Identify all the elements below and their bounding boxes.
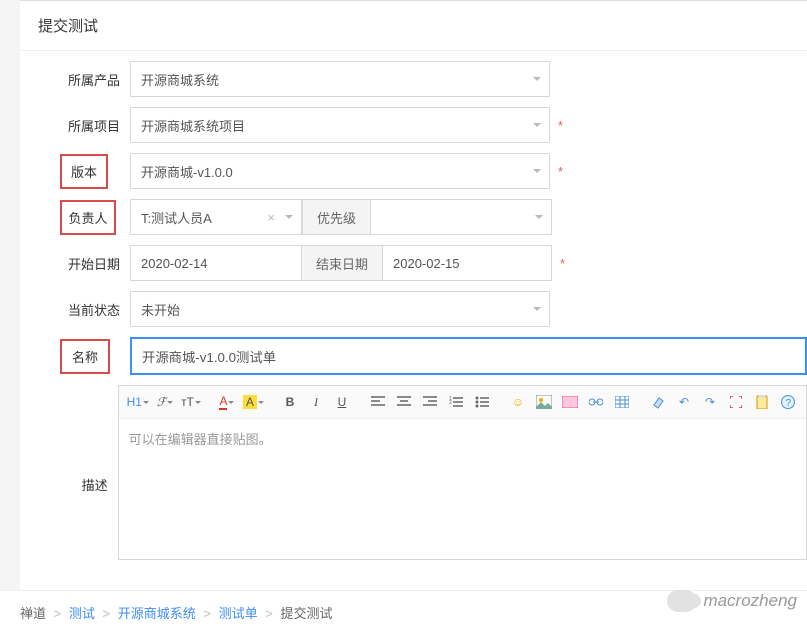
underline-button[interactable]: U xyxy=(332,392,352,412)
chevron-down-icon xyxy=(285,215,293,219)
ordered-list-button[interactable]: 12 xyxy=(446,392,466,412)
label-status: 当前状态 xyxy=(60,300,130,319)
label-priority: 优先级 xyxy=(302,199,370,235)
chevron-down-icon xyxy=(533,123,541,127)
italic-button[interactable]: I xyxy=(306,392,326,412)
status-value: 未开始 xyxy=(141,300,180,319)
wechat-icon xyxy=(667,590,697,612)
label-start-date: 开始日期 xyxy=(60,254,130,273)
unordered-list-button[interactable] xyxy=(472,392,492,412)
breadcrumb-current: 提交测试 xyxy=(280,606,332,621)
project-select[interactable]: 开源商城系统项目 xyxy=(130,107,550,143)
image-button[interactable] xyxy=(534,392,554,412)
label-name: 名称 xyxy=(60,339,110,374)
required-mark: * xyxy=(558,164,563,179)
product-value: 开源商城系统 xyxy=(141,70,219,89)
required-mark: * xyxy=(558,118,563,133)
end-date-value: 2020-02-15 xyxy=(393,256,460,271)
label-project: 所属项目 xyxy=(60,116,130,135)
product-select[interactable]: 开源商城系统 xyxy=(130,61,550,97)
paste-button[interactable] xyxy=(752,392,772,412)
fullscreen-button[interactable] xyxy=(726,392,746,412)
breadcrumb-product[interactable]: 开源商城系统 xyxy=(118,606,196,621)
bg-color-button[interactable]: A xyxy=(243,392,264,412)
breadcrumb-home: 禅道 xyxy=(20,606,46,621)
help-button[interactable]: ? xyxy=(778,392,798,412)
owner-value: T:测试人员A xyxy=(141,208,212,227)
chevron-down-icon xyxy=(535,215,543,219)
heading-button[interactable]: H1 xyxy=(127,392,149,412)
chevron-down-icon xyxy=(533,169,541,173)
align-center-button[interactable] xyxy=(394,392,414,412)
version-value: 开源商城-v1.0.0 xyxy=(141,162,233,181)
svg-text:?: ? xyxy=(786,398,792,409)
owner-select[interactable]: T:测试人员A × xyxy=(130,199,302,235)
editor-body[interactable]: 可以在编辑器直接贴图。 xyxy=(119,419,806,559)
chevron-down-icon xyxy=(533,307,541,311)
bold-button[interactable]: B xyxy=(280,392,300,412)
text-color-button[interactable]: A xyxy=(217,392,237,412)
undo-button[interactable]: ↶ xyxy=(674,392,694,412)
table-button[interactable] xyxy=(612,392,632,412)
required-mark: * xyxy=(560,256,565,271)
priority-select[interactable] xyxy=(370,199,552,235)
clear-icon[interactable]: × xyxy=(263,210,279,225)
link-button[interactable] xyxy=(586,392,606,412)
start-date-input[interactable]: 2020-02-14 xyxy=(130,245,302,281)
rich-text-editor: H1 ℱ ᴛT A A B I U 12 ☺ xyxy=(118,385,807,560)
status-select[interactable]: 未开始 xyxy=(130,291,550,327)
label-version: 版本 xyxy=(60,154,108,189)
eraser-button[interactable] xyxy=(648,392,668,412)
watermark: macrozheng xyxy=(667,590,797,612)
breadcrumb-module[interactable]: 测试单 xyxy=(219,606,258,621)
align-right-button[interactable] xyxy=(420,392,440,412)
watermark-text: macrozheng xyxy=(703,591,797,611)
redo-button[interactable]: ↷ xyxy=(700,392,720,412)
editor-toolbar: H1 ℱ ᴛT A A B I U 12 ☺ xyxy=(119,386,806,419)
start-date-value: 2020-02-14 xyxy=(141,256,208,271)
page-title: 提交测试 xyxy=(20,1,807,50)
end-date-input[interactable]: 2020-02-15 xyxy=(382,245,552,281)
label-end-date: 结束日期 xyxy=(302,245,382,281)
align-left-button[interactable] xyxy=(368,392,388,412)
label-owner: 负责人 xyxy=(60,200,116,235)
version-select[interactable]: 开源商城-v1.0.0 xyxy=(130,153,550,189)
label-product: 所属产品 xyxy=(60,70,130,89)
label-description: 描述 xyxy=(60,385,118,494)
project-value: 开源商城系统项目 xyxy=(141,116,245,135)
chevron-down-icon xyxy=(533,77,541,81)
code-button[interactable] xyxy=(560,392,580,412)
breadcrumb-test[interactable]: 测试 xyxy=(69,606,95,621)
font-size-button[interactable]: ᴛT xyxy=(181,392,201,412)
font-family-button[interactable]: ℱ xyxy=(155,392,175,412)
name-input[interactable] xyxy=(130,337,807,375)
emoji-button[interactable]: ☺ xyxy=(508,392,528,412)
svg-text:2: 2 xyxy=(449,400,452,406)
